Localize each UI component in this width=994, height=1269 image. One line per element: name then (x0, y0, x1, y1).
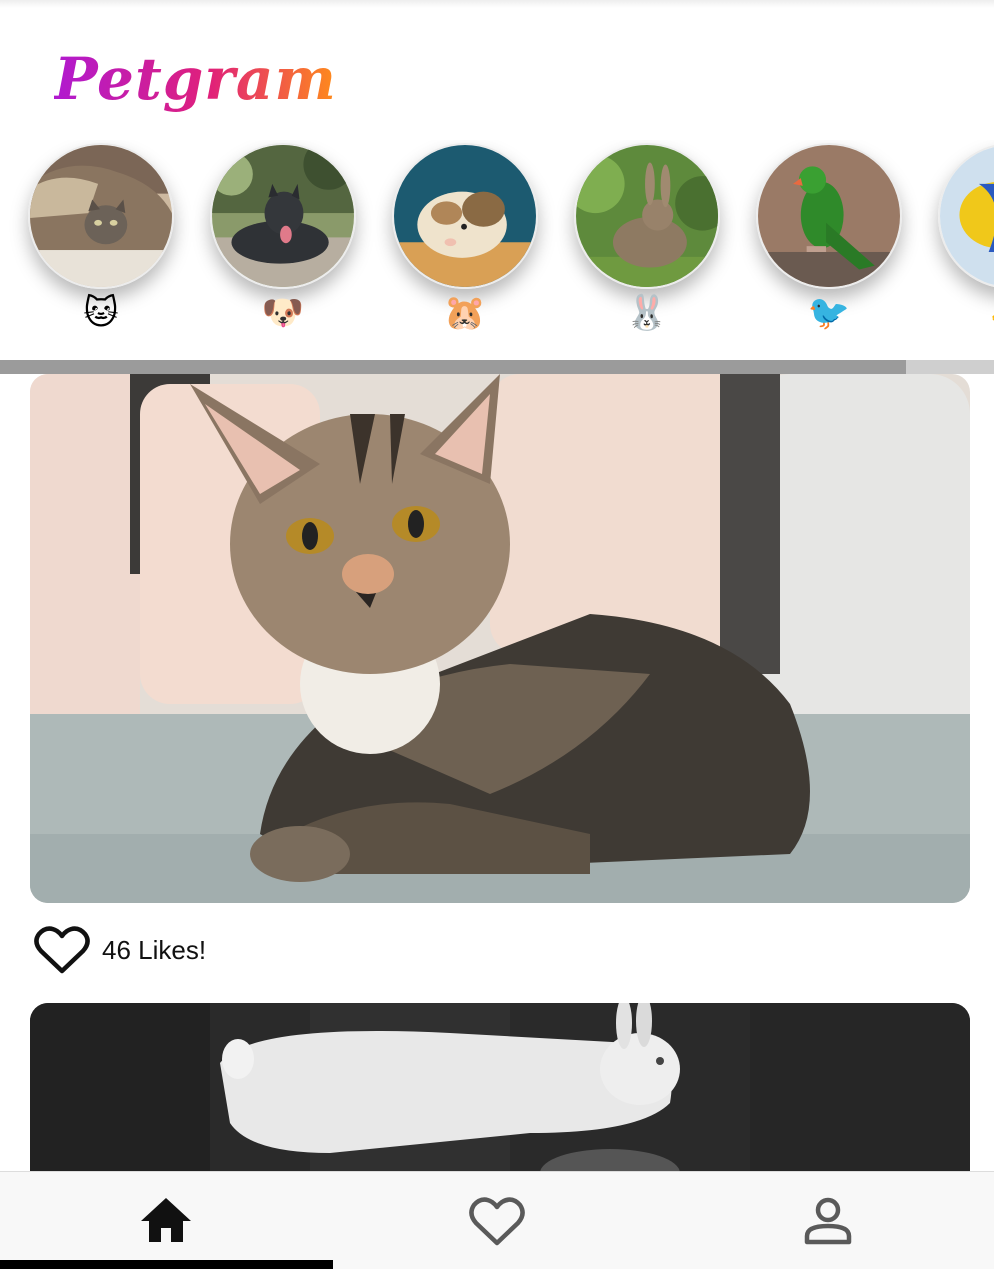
bottom-navigation (0, 1171, 994, 1269)
hamster-photo (394, 145, 536, 287)
fish-icon: 🐠 (938, 293, 994, 333)
story-avatar[interactable] (938, 143, 994, 289)
active-tab-indicator (0, 1260, 333, 1269)
cat-photo (30, 145, 172, 287)
nav-home[interactable] (0, 1172, 331, 1269)
nav-favorites[interactable] (331, 1172, 662, 1269)
top-shadow (0, 0, 994, 8)
photo-feed[interactable]: 46 Likes! (0, 374, 994, 1171)
rabbit-photo (576, 145, 718, 287)
post-photo-rabbit[interactable] (30, 1003, 970, 1171)
story-avatar[interactable] (756, 143, 902, 289)
story-dog[interactable]: 🐶 (210, 143, 356, 343)
likes-count: 46 Likes! (102, 934, 207, 965)
rabbit-face-icon: 🐰 (625, 293, 669, 333)
dog-face-icon: 🐶 (261, 293, 305, 333)
story-avatar[interactable] (210, 143, 356, 289)
bird-photo (758, 145, 900, 287)
story-cat[interactable]: 🐱 (28, 143, 174, 343)
heart-outline-icon (468, 1197, 525, 1246)
post-photo-cat[interactable] (30, 374, 970, 903)
bird-icon: 🐦 (807, 293, 851, 333)
stories-carousel[interactable]: 🐱 🐶 🐹 🐰 🐦 (0, 140, 994, 360)
story-avatar[interactable] (28, 143, 174, 289)
rabbit-photo (30, 1003, 970, 1171)
heart-outline-icon[interactable] (34, 924, 90, 976)
user-icon (804, 1197, 851, 1245)
app-logo[interactable]: Petgram (54, 44, 337, 114)
home-icon (140, 1198, 191, 1242)
nav-profile[interactable] (662, 1172, 993, 1269)
stories-scrollbar[interactable] (0, 360, 994, 374)
story-bird[interactable]: 🐦 (756, 143, 902, 343)
story-avatar[interactable] (392, 143, 538, 289)
story-avatar[interactable] (574, 143, 720, 289)
cat-photo (30, 374, 970, 903)
story-fish[interactable]: 🐠 (938, 143, 994, 343)
scrollbar-thumb[interactable] (0, 360, 906, 374)
dog-photo (212, 145, 354, 287)
story-hamster[interactable]: 🐹 (392, 143, 538, 343)
hamster-face-icon: 🐹 (443, 293, 487, 333)
story-rabbit[interactable]: 🐰 (574, 143, 720, 343)
fish-photo (940, 145, 994, 287)
cat-face-icon: 🐱 (83, 293, 119, 333)
post-actions: 46 Likes! (34, 922, 206, 978)
